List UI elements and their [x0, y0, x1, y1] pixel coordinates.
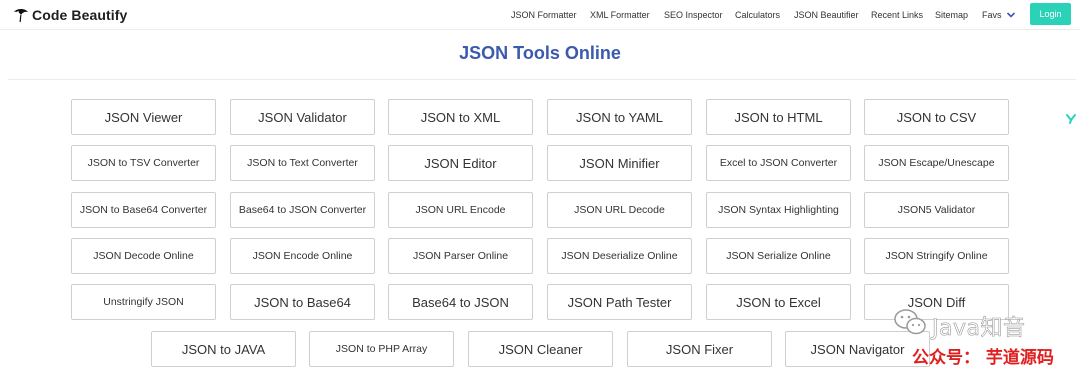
side-badge-icon[interactable] — [1064, 111, 1078, 125]
favs-dropdown[interactable]: Favs — [982, 0, 1016, 30]
tool-excel-to-json-converter[interactable]: Excel to JSON Converter — [706, 145, 851, 181]
tool-json-syntax-highlighting[interactable]: JSON Syntax Highlighting — [706, 192, 851, 228]
nav-item-label: XML Formatter — [590, 10, 650, 20]
code-beautify-logo-icon — [14, 9, 28, 23]
tool-base64-to-json[interactable]: Base64 to JSON — [388, 284, 533, 320]
wechat-icon — [894, 309, 926, 335]
tool-json-to-excel[interactable]: JSON to Excel — [706, 284, 851, 320]
tool-json-parser-online[interactable]: JSON Parser Online — [388, 238, 533, 274]
nav-item-label: Recent Links — [871, 10, 924, 20]
tool-json-to-csv[interactable]: JSON to CSV — [864, 99, 1009, 135]
tool-base64-to-json-converter[interactable]: Base64 to JSON Converter — [230, 192, 375, 228]
tool-json-viewer[interactable]: JSON Viewer — [71, 99, 216, 135]
nav-item-label: JSON Beautifier — [794, 10, 859, 20]
tool-json-cleaner[interactable]: JSON Cleaner — [468, 331, 613, 367]
nav-sitemap[interactable]: Sitemap — [935, 0, 968, 30]
login-button[interactable]: Login — [1030, 3, 1071, 25]
tool-json-url-encode[interactable]: JSON URL Encode — [388, 192, 533, 228]
nav-item-label: Sitemap — [935, 10, 969, 20]
watermark-brand: Java知音 — [932, 316, 1026, 342]
tool-json-path-tester[interactable]: JSON Path Tester — [547, 284, 692, 320]
tool-json-serialize-online[interactable]: JSON Serialize Online — [706, 238, 851, 274]
watermark-account: 公众号： 芋道源码 — [912, 348, 1054, 368]
favs-label: Favs — [982, 10, 1002, 20]
chevron-down-icon — [1006, 12, 1015, 18]
tool-json-to-base64-converter[interactable]: JSON to Base64 Converter — [71, 192, 216, 228]
nav-item-label: JSON Formatter — [511, 10, 577, 20]
tool-json-minifier[interactable]: JSON Minifier — [547, 145, 692, 181]
brand-name: Code Beautify — [32, 7, 128, 23]
tool-json-fixer[interactable]: JSON Fixer — [627, 331, 772, 367]
tool-json-to-tsv-converter[interactable]: JSON to TSV Converter — [71, 145, 216, 181]
tool-json-to-php-array[interactable]: JSON to PHP Array — [309, 331, 454, 367]
tool-json-to-xml[interactable]: JSON to XML — [388, 99, 533, 135]
nav-recent-links[interactable]: Recent Links — [871, 0, 923, 30]
nav-xml-formatter[interactable]: XML Formatter — [590, 0, 650, 30]
nav-json-formatter[interactable]: JSON Formatter — [511, 0, 577, 30]
tool-json-decode-online[interactable]: JSON Decode Online — [71, 238, 216, 274]
divider — [8, 79, 1076, 80]
tool-json-deserialize-online[interactable]: JSON Deserialize Online — [547, 238, 692, 274]
tool-json-to-html[interactable]: JSON to HTML — [706, 99, 851, 135]
brand-logo[interactable]: Code Beautify — [12, 5, 127, 25]
tool-json-to-base64[interactable]: JSON to Base64 — [230, 284, 375, 320]
top-navbar: Code Beautify JSON Formatter XML Formatt… — [0, 0, 1080, 30]
nav-item-label: SEO Inspector — [664, 10, 723, 20]
nav-seo-inspector[interactable]: SEO Inspector — [664, 0, 723, 30]
nav-item-label: Calculators — [735, 10, 781, 20]
tool-json-stringify-online[interactable]: JSON Stringify Online — [864, 238, 1009, 274]
tool-json-validator[interactable]: JSON Validator — [230, 99, 375, 135]
tool-json-to-yaml[interactable]: JSON to YAML — [547, 99, 692, 135]
tool-json-editor[interactable]: JSON Editor — [388, 145, 533, 181]
tool-unstringify-json[interactable]: Unstringify JSON — [71, 284, 216, 320]
nav-json-beautifier[interactable]: JSON Beautifier — [794, 0, 859, 30]
nav-calculators[interactable]: Calculators — [735, 0, 780, 30]
tool-json-encode-online[interactable]: JSON Encode Online — [230, 238, 375, 274]
tool-json-to-java[interactable]: JSON to JAVA — [151, 331, 296, 367]
tool-json-to-text-converter[interactable]: JSON to Text Converter — [230, 145, 375, 181]
tool-json5-validator[interactable]: JSON5 Validator — [864, 192, 1009, 228]
tool-json-url-decode[interactable]: JSON URL Decode — [547, 192, 692, 228]
page-title: JSON Tools Online — [459, 43, 621, 63]
tool-json-escape-unescape[interactable]: JSON Escape/Unescape — [864, 145, 1009, 181]
